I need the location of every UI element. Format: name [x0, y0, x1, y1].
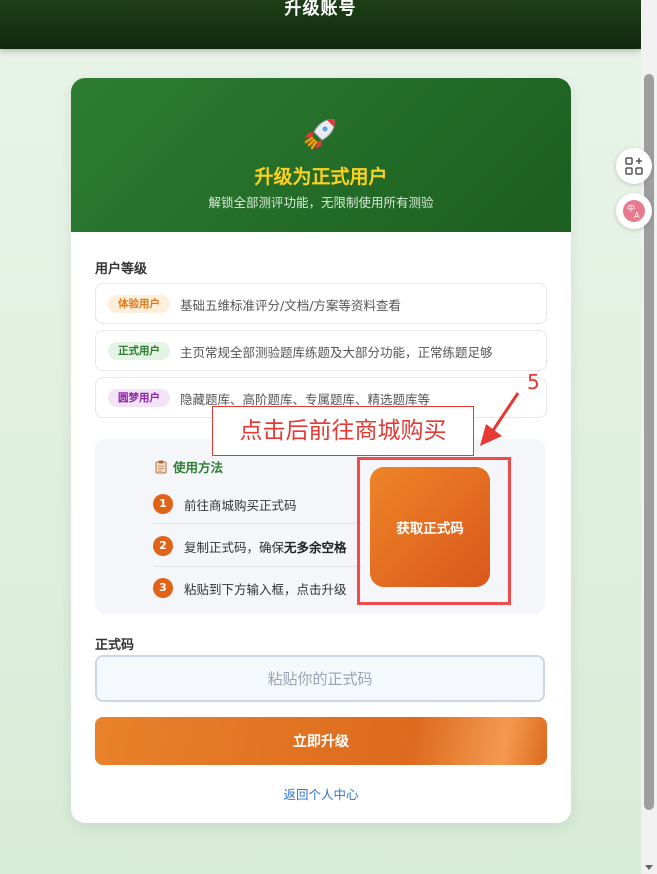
step-text: 前往商城购买正式码 — [184, 498, 297, 513]
step-number: 1 — [153, 494, 173, 514]
step-text-bold: 无多余空格 — [284, 540, 347, 555]
level-description: 主页常规全部测验题库练题及大部分功能，正常练题足够 — [180, 345, 493, 360]
annotation-arrow-icon — [480, 392, 520, 446]
page-title: 升级账号 — [284, 0, 357, 19]
code-input[interactable] — [95, 655, 545, 702]
top-bar: 升级账号 — [0, 0, 641, 49]
step-number: 3 — [153, 578, 173, 598]
annotation-label: 点击后前往商城购买 — [212, 406, 474, 456]
code-label: 正式码 — [95, 638, 135, 653]
level-badge: 体验用户 — [108, 295, 170, 313]
grid-scan-icon — [625, 157, 643, 175]
header-title: 升级为正式用户 — [254, 166, 388, 188]
level-row-trial: 体验用户 基础五维标准评分/文档/方案等资料查看 — [95, 283, 547, 324]
usage-step-2: 2 复制正式码，确保无多余空格 — [153, 527, 353, 563]
scrollbar-thumb[interactable] — [644, 74, 654, 810]
back-to-profile-link[interactable]: 返回个人中心 — [71, 784, 571, 803]
header-subtitle: 解锁全部测评功能，无限制使用所有测验 — [208, 195, 434, 210]
level-description: 基础五维标准评分/文档/方案等资料查看 — [180, 298, 401, 313]
level-row-formal: 正式用户 主页常规全部测验题库练题及大部分功能，正常练题足够 — [95, 330, 547, 371]
level-badge: 圆梦用户 — [108, 389, 170, 407]
screenshot-tool-button[interactable] — [616, 148, 652, 184]
step-number: 2 — [153, 536, 173, 556]
step-text: 粘贴到下方输入框，点击升级 — [184, 582, 347, 597]
divider — [153, 523, 363, 524]
usage-step-3: 3 粘贴到下方输入框，点击升级 — [153, 569, 353, 605]
annotation-highlight-box — [357, 457, 511, 605]
scrollbar[interactable] — [641, 0, 657, 874]
card-header: 升级为正式用户 解锁全部测评功能，无限制使用所有测验 — [71, 78, 571, 232]
step-text: 复制正式码，确保无多余空格 — [184, 537, 347, 556]
svg-text:A: A — [634, 211, 640, 220]
user-levels-label: 用户等级 — [95, 262, 148, 277]
step-text-prefix: 复制正式码，确保 — [184, 540, 285, 555]
rocket-icon — [304, 119, 335, 150]
annotation-step-number: 5 — [527, 370, 540, 394]
clipboard-icon — [155, 460, 167, 474]
level-badge: 正式用户 — [108, 342, 170, 360]
translate-button[interactable]: 中 A — [616, 193, 652, 229]
upgrade-button[interactable]: 立即升级 — [95, 717, 547, 765]
usage-step-1: 1 前往商城购买正式码 — [153, 485, 353, 521]
scroll-down-arrow-icon[interactable] — [645, 865, 653, 870]
usage-title-text: 使用方法 — [173, 460, 224, 475]
translate-icon: 中 A — [623, 200, 645, 222]
usage-title: 使用方法 — [155, 457, 223, 476]
divider — [153, 566, 363, 567]
